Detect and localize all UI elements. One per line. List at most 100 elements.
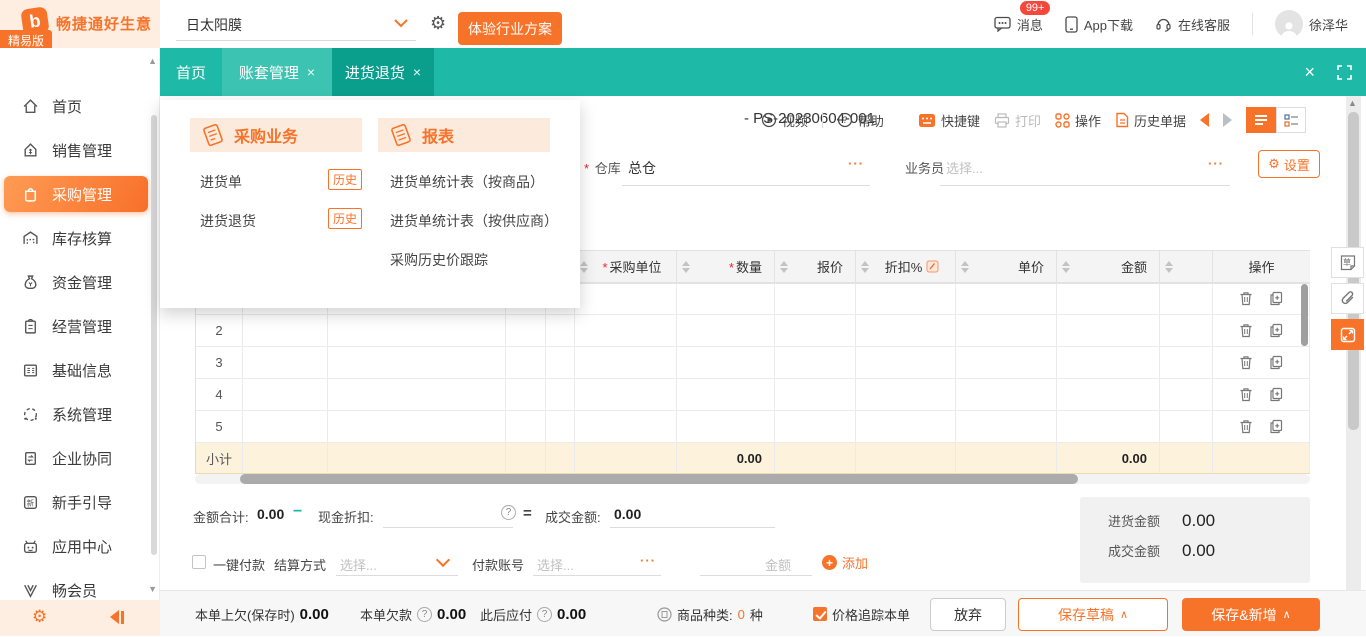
save-new-button[interactable]: 保存&新增 ∧ — [1182, 598, 1320, 631]
empty-cell[interactable] — [575, 347, 677, 379]
discard-button[interactable]: 放弃 — [930, 598, 1006, 631]
delete-row-icon[interactable] — [1239, 387, 1253, 402]
empty-cell[interactable] — [677, 315, 775, 347]
sidebar-item-home[interactable]: 首页 — [0, 88, 152, 124]
menu-item-price-history[interactable]: 采购历史价跟踪 — [390, 250, 488, 270]
help-button[interactable]: ? 帮助 — [837, 111, 884, 130]
empty-cell[interactable] — [1160, 315, 1213, 347]
empty-cell[interactable] — [328, 315, 506, 347]
empty-cell[interactable] — [575, 283, 677, 315]
trial-plan-button[interactable]: 体验行业方案 — [458, 12, 562, 45]
empty-cell[interactable] — [677, 379, 775, 411]
empty-cell[interactable] — [575, 315, 677, 347]
empty-cell[interactable] — [575, 379, 677, 411]
tab-home[interactable]: 首页 — [160, 48, 222, 96]
empty-cell[interactable] — [1057, 283, 1160, 315]
fullscreen-icon[interactable] — [1337, 65, 1352, 80]
sort-icon[interactable] — [861, 261, 869, 273]
sidebar-settings-gear-icon[interactable]: ⚙ — [32, 607, 47, 627]
sidebar-item-operations[interactable]: 经营管理 — [0, 308, 152, 344]
col-header-amount[interactable]: 金额 — [1057, 251, 1160, 283]
question-icon[interactable]: ? — [501, 505, 516, 520]
pay-account-placeholder[interactable]: 选择... — [537, 555, 574, 574]
empty-cell[interactable] — [1160, 411, 1213, 443]
col-header-discount[interactable]: 折扣% — [856, 251, 956, 283]
close-icon[interactable]: × — [307, 64, 315, 80]
chevron-down-icon[interactable] — [394, 18, 408, 28]
salesman-picker-ellipsis-icon[interactable]: ··· — [1208, 156, 1224, 171]
menu-item-purchase-order[interactable]: 进货单 — [200, 172, 242, 192]
sidebar-scroll-down-icon[interactable]: ▼ — [148, 584, 157, 594]
sidebar-item-app-center[interactable]: 应用中心 — [0, 528, 152, 564]
menu-item-purchase-return[interactable]: 进货退货 — [200, 211, 256, 231]
table-vertical-scrollbar[interactable] — [1301, 284, 1308, 346]
empty-cell[interactable] — [677, 411, 775, 443]
empty-cell[interactable] — [677, 283, 775, 315]
sidebar-item-funds[interactable]: 资金管理 — [0, 264, 152, 300]
operations-button[interactable]: 操作 — [1055, 111, 1101, 130]
empty-cell[interactable] — [546, 379, 575, 411]
sidebar-scrollbar[interactable] — [151, 115, 157, 555]
copy-row-icon[interactable] — [1269, 291, 1283, 306]
prev-doc-icon[interactable] — [1200, 113, 1209, 127]
sidebar-item-base-info[interactable]: 基础信息 — [0, 352, 152, 388]
sidebar-item-sales[interactable]: 销售管理 — [0, 132, 152, 168]
delete-row-icon[interactable] — [1239, 355, 1253, 370]
empty-cell[interactable] — [775, 315, 856, 347]
sidebar-item-purchase[interactable]: 采购管理 — [4, 176, 148, 212]
empty-cell[interactable] — [956, 283, 1057, 315]
salesman-placeholder[interactable]: 选择... — [946, 158, 983, 177]
pay-amount-placeholder[interactable]: 金额 — [765, 555, 791, 574]
col-header-unit[interactable]: *采购单位 — [575, 251, 677, 283]
history-badge[interactable]: 历史 — [328, 208, 362, 229]
page-scroll-up-icon[interactable]: ▲ — [1348, 98, 1357, 108]
empty-cell[interactable] — [856, 315, 956, 347]
question-icon[interactable]: ? — [537, 607, 552, 622]
copy-row-icon[interactable] — [1269, 419, 1283, 434]
menu-item-stats-by-supplier[interactable]: 进货单统计表（按供应商） — [390, 211, 558, 231]
menu-item-stats-by-product[interactable]: 进货单统计表（按商品） — [390, 172, 544, 192]
empty-cell[interactable] — [856, 347, 956, 379]
empty-cell[interactable] — [1057, 411, 1160, 443]
empty-cell[interactable] — [243, 347, 328, 379]
empty-cell[interactable] — [506, 411, 546, 443]
print-button[interactable]: 打印 — [994, 111, 1041, 130]
empty-cell[interactable] — [575, 411, 677, 443]
online-service-button[interactable]: 在线客服 — [1155, 15, 1230, 34]
sidebar-item-system[interactable]: 系统管理 — [0, 396, 152, 432]
col-header-unit-price[interactable]: 单价 — [956, 251, 1057, 283]
empty-cell[interactable] — [956, 411, 1057, 443]
empty-cell[interactable] — [328, 411, 506, 443]
empty-cell[interactable] — [546, 411, 575, 443]
form-view-toggle[interactable] — [1276, 107, 1306, 133]
copy-row-icon[interactable] — [1269, 323, 1283, 338]
empty-cell[interactable] — [1160, 283, 1213, 315]
empty-cell[interactable] — [328, 347, 506, 379]
settings-button[interactable]: ⚙ 设置 — [1258, 150, 1320, 178]
empty-cell[interactable] — [243, 315, 328, 347]
empty-cell[interactable] — [243, 379, 328, 411]
settle-method-placeholder[interactable]: 选择... — [340, 555, 377, 574]
empty-cell[interactable] — [775, 347, 856, 379]
expand-button[interactable] — [1331, 319, 1364, 350]
attachment-button[interactable] — [1331, 283, 1364, 314]
cash-discount-input[interactable] — [383, 527, 513, 528]
empty-cell[interactable] — [1057, 315, 1160, 347]
empty-cell[interactable] — [956, 379, 1057, 411]
sidebar-item-collaboration[interactable]: 企业协同 — [0, 440, 152, 476]
empty-cell[interactable] — [956, 315, 1057, 347]
empty-cell[interactable] — [775, 379, 856, 411]
one-click-pay-checkbox[interactable] — [192, 555, 206, 569]
tab-account-mgmt[interactable]: 账套管理 × — [222, 48, 332, 96]
price-track-option[interactable]: 价格追踪本单 — [813, 591, 910, 637]
empty-cell[interactable] — [856, 411, 956, 443]
account-select[interactable]: 日太阳膜 — [186, 15, 242, 35]
question-icon[interactable]: ? — [417, 607, 432, 622]
horizontal-scrollbar-track[interactable] — [195, 474, 1310, 484]
empty-cell[interactable] — [775, 411, 856, 443]
video-button[interactable]: 视频 — [761, 111, 808, 130]
sidebar-collapse-icon[interactable] — [110, 610, 124, 624]
col-header-qty[interactable]: *数量 — [677, 251, 775, 283]
save-draft-button[interactable]: 保存草稿 ∧ — [1018, 598, 1168, 631]
add-payment-button[interactable]: + 添加 — [822, 553, 868, 572]
